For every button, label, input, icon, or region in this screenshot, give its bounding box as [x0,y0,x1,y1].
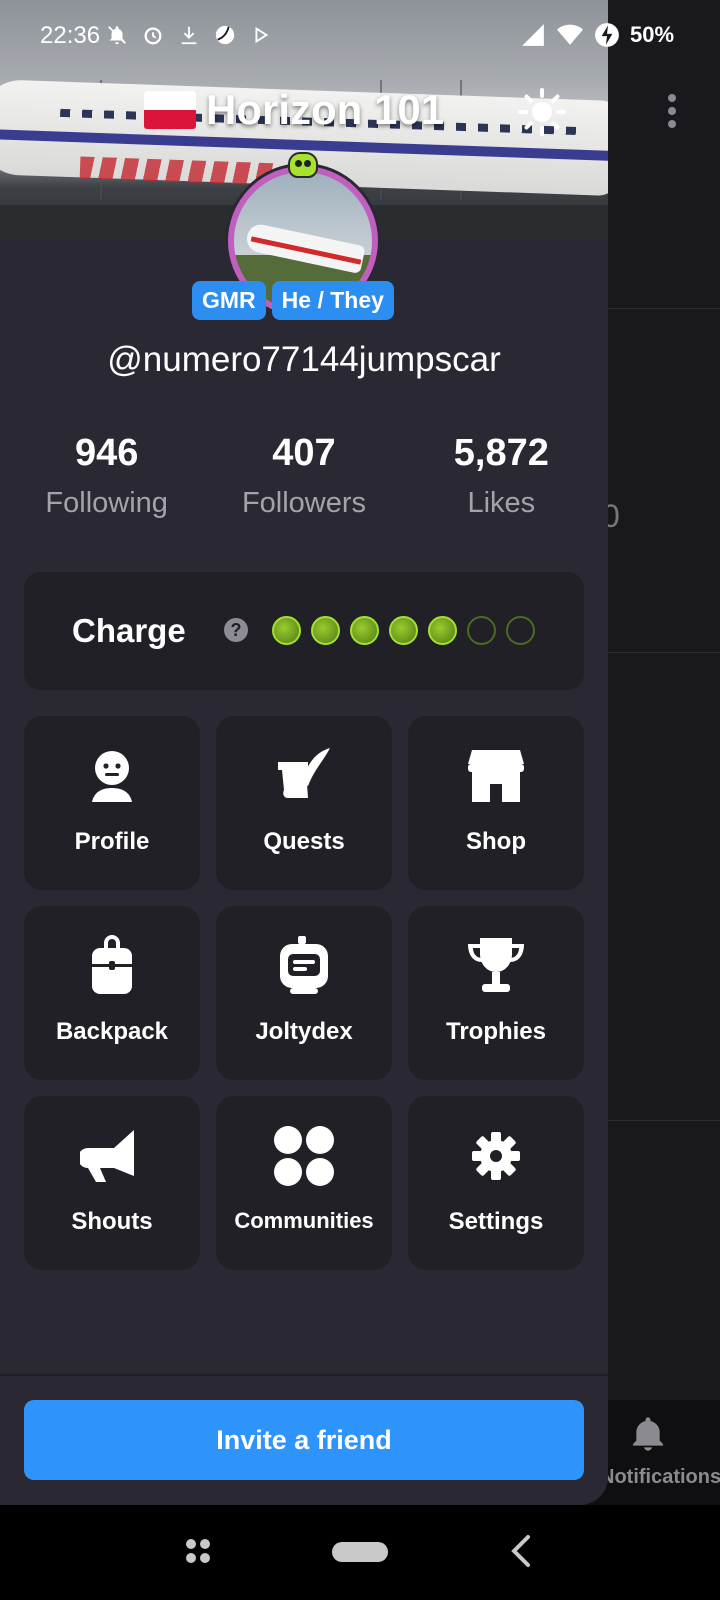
notifications-label[interactable]: Notifications [600,1466,720,1489]
menu-label: Shop [466,828,526,855]
back-chevron-icon[interactable] [506,1533,536,1569]
signal-icon [522,24,544,46]
menu-grid: Profile Quests Shop Backpack Joltydex Tr… [24,716,584,1270]
charge-meter [272,616,535,645]
profile-tags: GMR He / They [192,281,394,320]
wifi-icon [557,24,583,45]
stat-likes[interactable]: 5,872 Likes [403,432,600,520]
mute-icon [108,26,126,45]
download-icon [181,26,197,45]
frog-badge-icon [288,152,318,178]
charge-pip-filled [428,616,457,645]
system-nav-bar [0,1505,720,1600]
backpack-icon [92,935,132,994]
menu-shop-button[interactable]: Shop [408,716,584,890]
menu-label: Joltydex [255,1018,353,1045]
menu-label: Quests [263,828,345,855]
status-bar: 22:36 50% [0,14,720,54]
clock: 22:36 [40,22,101,49]
alarm-icon [144,27,162,45]
list-divider [600,1120,720,1121]
side-drawer: Horizon 101 GMR He / They @numero77144ju… [0,0,608,1505]
menu-quests-button[interactable]: Quests [216,716,392,890]
menu-trophies-button[interactable]: Trophies [408,906,584,1080]
battery-level: 50% [630,22,675,47]
more-options-icon[interactable] [662,94,682,134]
bell-icon[interactable] [628,1412,668,1456]
help-icon[interactable]: ? [224,618,248,642]
invite-friend-button[interactable]: Invite a friend [24,1400,584,1480]
menu-label: Settings [448,1208,544,1235]
status-icons [106,24,272,46]
ball-icon [215,25,235,45]
megaphone-icon [80,1130,134,1182]
trophy-icon [468,938,524,992]
menu-label: Trophies [445,1018,547,1045]
profile-face-icon [92,751,132,802]
list-divider [600,308,720,309]
charge-pip-filled [350,616,379,645]
status-right: 50% [520,22,674,48]
stat-value: 5,872 [453,432,549,474]
list-divider [600,652,720,653]
profile-display-name: Horizon 101 [206,86,445,133]
stat-label: Followers [241,487,367,519]
play-store-icon [255,26,269,44]
stat-followers[interactable]: 407 Followers [205,432,402,520]
menu-backpack-button[interactable]: Backpack [24,906,200,1080]
menu-joltydex-button[interactable]: Joltydex [216,906,392,1080]
menu-label: Profile [74,828,150,855]
stat-following[interactable]: 946 Following [8,432,205,520]
charge-pip-filled [272,616,301,645]
divider [0,1374,608,1376]
poland-flag-icon [144,91,196,129]
gear-icon [472,1132,520,1180]
quill-scroll-icon [278,748,330,798]
stat-label: Likes [467,487,536,519]
charge-panel: Charge ? [24,572,584,690]
profile-title: Horizon 101 [144,82,444,138]
charge-pip-empty [506,616,535,645]
charge-pip-empty [467,616,496,645]
battery-charging-icon [595,23,619,47]
charge-pip-filled [389,616,418,645]
menu-profile-button[interactable]: Profile [24,716,200,890]
recents-icon[interactable] [184,1537,212,1565]
stat-value: 407 [272,432,336,474]
profile-stats: 946 Following 407 Followers 5,872 Likes [8,432,600,520]
menu-label: Shouts [71,1208,153,1235]
menu-settings-button[interactable]: Settings [408,1096,584,1270]
four-dots-icon [274,1126,334,1186]
sun-icon[interactable] [518,88,566,136]
charge-pip-filled [311,616,340,645]
tag-badge: GMR [192,281,266,320]
menu-label: Communities [234,1208,374,1233]
charge-label: Charge [72,612,186,649]
username: @numero77144jumpscar [107,340,501,379]
menu-communities-button[interactable]: Communities [216,1096,392,1270]
stat-label: Following [45,487,168,519]
menu-shouts-button[interactable]: Shouts [24,1096,200,1270]
robot-device-icon [280,936,328,994]
storefront-icon [468,750,524,802]
stat-value: 946 [74,432,139,474]
menu-label: Backpack [55,1018,169,1045]
pronouns-badge: He / They [271,281,394,320]
home-pill-button[interactable] [332,1542,388,1562]
